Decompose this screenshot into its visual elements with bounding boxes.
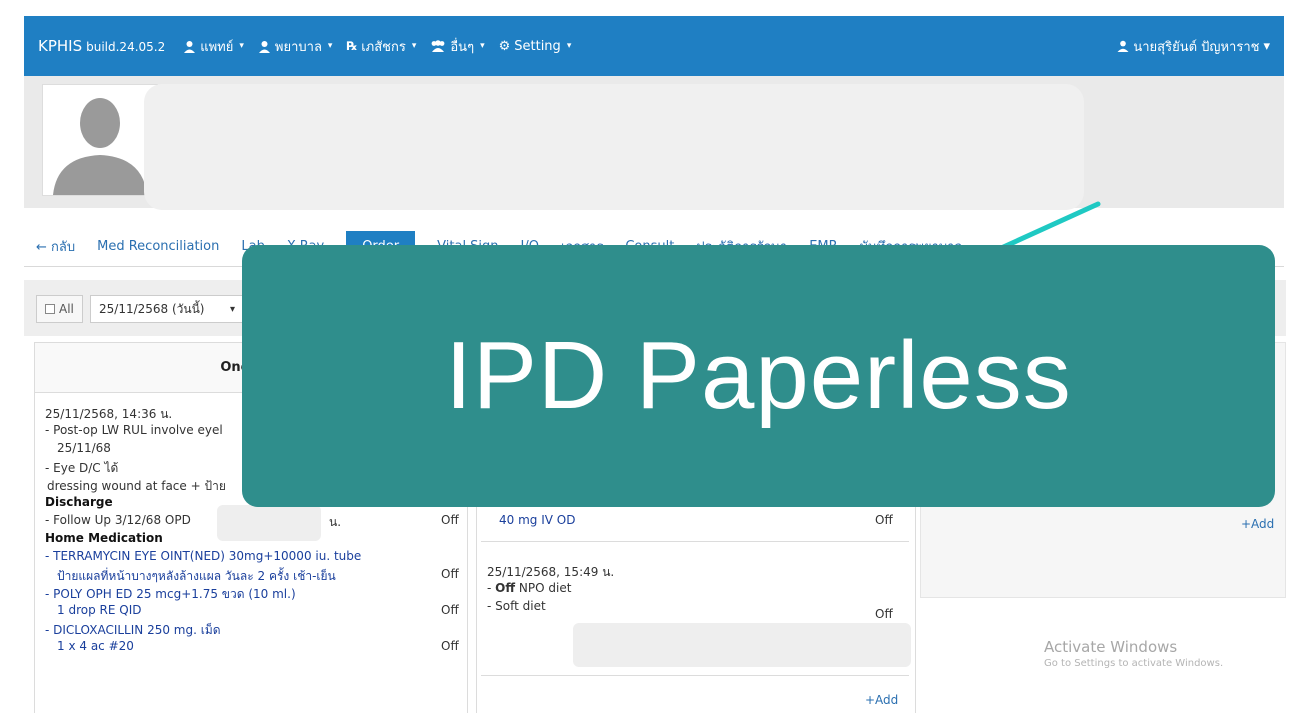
- user-name: นายสุริยันต์ ปัญหาราช: [1133, 39, 1260, 55]
- menu-doctor-label: แพทย์: [200, 39, 234, 55]
- top-navbar: KPHIS build.24.05.2 แพทย์ ▾ พยาบาล ▾ ℞ เภสั…: [24, 16, 1284, 76]
- add-order-button[interactable]: +Add: [865, 693, 898, 707]
- tab-med-reconciliation[interactable]: Med Reconciliation: [97, 231, 219, 262]
- menu-nurse[interactable]: พยาบาล ▾: [258, 36, 333, 57]
- order-status: Off: [441, 639, 459, 653]
- brand-name: KPHIS: [38, 37, 83, 55]
- menu-pharmacist-label: เภสัชกร: [361, 39, 406, 55]
- redacted-field: [217, 505, 321, 541]
- order-line: 25/11/68: [57, 441, 111, 455]
- chevron-down-icon: ▾: [229, 303, 235, 315]
- screen: KPHIS build.24.05.2 แพทย์ ▾ พยาบาล ▾ ℞ เภสั…: [0, 0, 1307, 713]
- avatar: [42, 84, 158, 196]
- build-version: build.24.05.2: [86, 40, 166, 54]
- user-icon: [1117, 40, 1129, 52]
- menu-others-label: อื่นๆ: [450, 39, 475, 55]
- section-discharge: Discharge: [45, 495, 113, 509]
- user-md-icon: [184, 40, 196, 53]
- brand[interactable]: KPHIS build.24.05.2: [38, 37, 165, 55]
- order-status: Off: [441, 567, 459, 581]
- medication-line[interactable]: 1 drop RE QID: [57, 603, 141, 617]
- activate-windows-subtitle: Go to Settings to activate Windows.: [1044, 658, 1224, 669]
- all-checkbox[interactable]: All: [36, 295, 83, 323]
- order-timestamp: 25/11/2568, 14:36 น.: [45, 407, 173, 421]
- medication-line[interactable]: - TERRAMYCIN EYE OINT(NED) 30mg+10000 iu…: [45, 549, 361, 563]
- menu-nurse-label: พยาบาล: [274, 39, 322, 55]
- menu-setting[interactable]: ⚙ Setting ▾: [499, 39, 572, 54]
- order-line: - Post-op LW RUL involve eyel: [45, 423, 223, 437]
- diet-item: NPO diet: [518, 581, 572, 595]
- avatar-placeholder-icon: [43, 85, 157, 195]
- status-off: Off: [495, 581, 516, 595]
- caret-down-icon: ▾: [480, 41, 485, 51]
- activate-windows-title: Activate Windows: [1044, 638, 1178, 656]
- medication-line[interactable]: ป้ายแผลที่หน้าบางๆหลังล้างแผล วันละ 2 คร…: [57, 567, 336, 586]
- gear-icon: ⚙: [498, 38, 511, 54]
- ipd-paperless-banner: IPD Paperless: [242, 245, 1275, 507]
- menu-doctor[interactable]: แพทย์ ▾: [183, 36, 244, 57]
- medication-line[interactable]: - DICLOXACILLIN 250 mg. เม็ด: [45, 621, 221, 640]
- caret-down-icon: ▾: [411, 41, 417, 51]
- rx-icon: ℞: [346, 39, 358, 53]
- date-select[interactable]: 25/11/2568 (วันนี้) ▾: [90, 295, 244, 323]
- medication-line[interactable]: 1 x 4 ac #20: [57, 639, 134, 653]
- order-line: dressing wound at face + ป้าย: [47, 479, 226, 493]
- order-status: Off: [875, 607, 893, 621]
- tab-back[interactable]: ← กลับ: [36, 228, 75, 265]
- menu-others[interactable]: อื่นๆ ▾: [430, 36, 485, 57]
- caret-down-icon: ▾: [327, 41, 333, 51]
- order-status: Off: [875, 513, 893, 527]
- section-home-medication: Home Medication: [45, 531, 163, 545]
- caret-down-icon: ▾: [566, 41, 572, 51]
- order-line: - Eye D/C ได้: [45, 461, 119, 475]
- order-status: Off: [441, 513, 459, 527]
- redacted-field: [573, 623, 911, 667]
- checkbox-icon: [45, 304, 55, 314]
- patient-header: [24, 76, 1284, 210]
- menu-setting-label: Setting: [514, 38, 561, 54]
- caret-down-icon: ▾: [239, 41, 244, 51]
- add-order-button[interactable]: +Add: [1241, 517, 1274, 531]
- user-menu[interactable]: นายสุริยันต์ ปัญหาราช ▾: [1117, 36, 1270, 57]
- order-line: - Soft diet: [487, 599, 546, 613]
- medication-line[interactable]: - POLY OPH ED 25 mcg+1.75 ขวด (10 ml.): [45, 585, 296, 604]
- order-timestamp: 25/11/2568, 15:49 น.: [487, 565, 615, 579]
- order-line: - Follow Up 3/12/68 OPD: [45, 513, 191, 527]
- all-checkbox-label: All: [59, 302, 74, 316]
- order-status: Off: [441, 603, 459, 617]
- menu-pharmacist[interactable]: ℞ เภสัชกร ▾: [346, 36, 416, 57]
- user-nurse-icon: [258, 40, 270, 53]
- banner-title: IPD Paperless: [445, 322, 1072, 429]
- users-icon: [431, 40, 445, 52]
- caret-down-icon: ▾: [1263, 38, 1270, 54]
- nav-menu: แพทย์ ▾ พยาบาล ▾ ℞ เภสัชกร ▾ อื่นๆ ▾ ⚙ Setti…: [183, 36, 571, 57]
- medication-line[interactable]: 40 mg IV OD: [499, 513, 575, 527]
- divider: [481, 541, 909, 542]
- patient-info-redacted: [144, 84, 1084, 210]
- order-line: - Off NPO diet: [487, 581, 572, 595]
- divider: [481, 675, 909, 676]
- order-line: น.: [329, 515, 342, 529]
- date-select-value: 25/11/2568 (วันนี้): [99, 301, 205, 316]
